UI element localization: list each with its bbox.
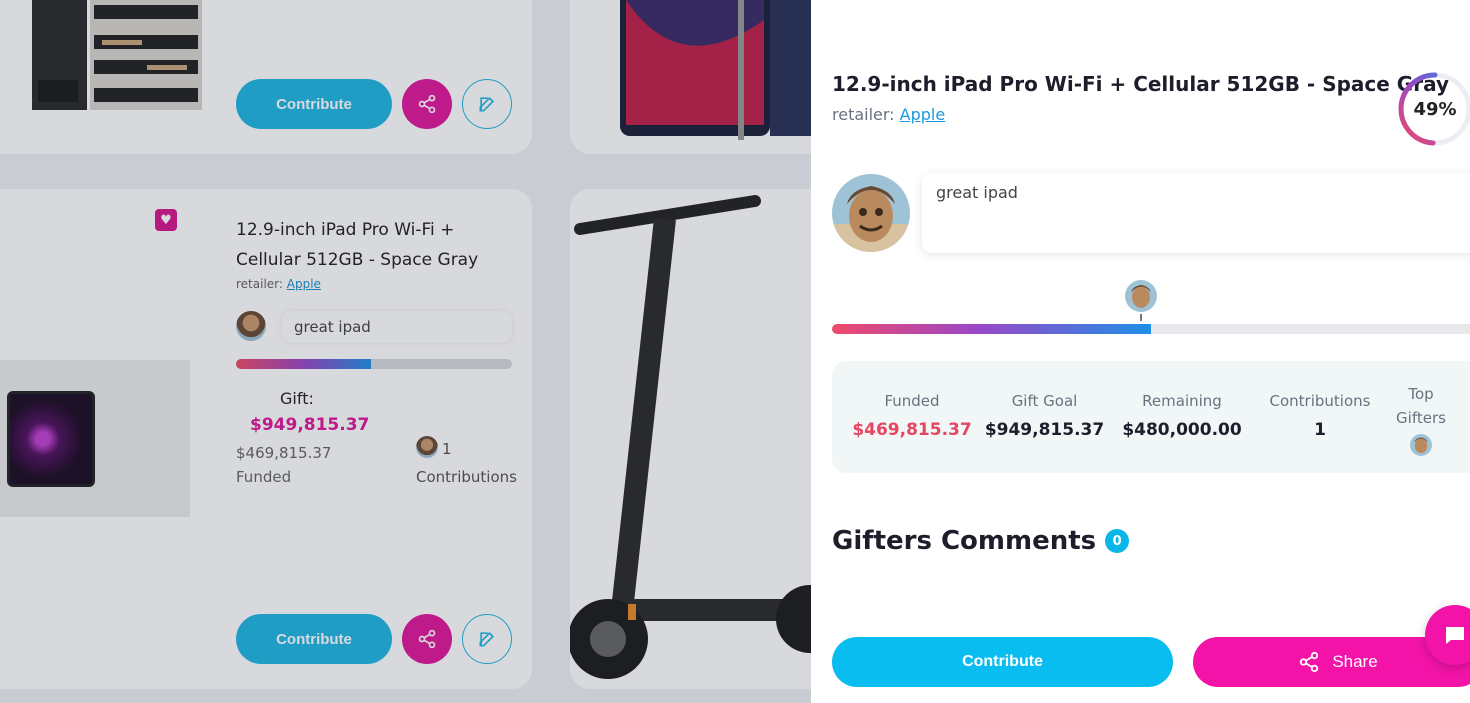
stat-remaining: Remaining $480,000.00 xyxy=(1114,392,1250,440)
stat-contributions: Contributions 1 xyxy=(1260,392,1380,440)
stat-label: Top xyxy=(1408,385,1434,403)
stat-label: Funded xyxy=(884,392,940,410)
share-label: Share xyxy=(1332,652,1378,671)
progress-bar xyxy=(832,324,1470,334)
stat-goal: Gift Goal $949,815.37 xyxy=(982,392,1107,440)
chat-icon xyxy=(1446,627,1464,644)
progress-marker-avatar xyxy=(1125,280,1157,312)
stat-value: $469,815.37 xyxy=(852,420,972,440)
avatar xyxy=(832,174,910,252)
progress-percent: 49% xyxy=(1413,98,1457,120)
product-title: 12.9-inch iPad Pro Wi-Fi + Cellular 512G… xyxy=(832,72,1449,96)
message-bubble: great ipad xyxy=(922,173,1470,253)
retailer-prefix: retailer: xyxy=(832,105,895,124)
stat-label: Remaining xyxy=(1142,392,1222,410)
retailer-link[interactable]: Apple xyxy=(900,105,946,124)
comments-heading: Gifters Comments 0 xyxy=(832,526,1130,556)
stat-label: Gifters xyxy=(1396,409,1446,427)
stats-panel: Funded $469,815.37 Gift Goal $949,815.37… xyxy=(832,361,1470,473)
stat-label: Gift Goal xyxy=(1011,392,1078,410)
stat-label: Contributions xyxy=(1269,392,1371,410)
comments-count-badge: 0 xyxy=(1105,529,1130,553)
stat-value: $480,000.00 xyxy=(1122,420,1242,440)
gift-detail-drawer: 12.9-inch iPad Pro Wi-Fi + Cellular 512G… xyxy=(811,0,1470,703)
stat-value: 1 xyxy=(1314,420,1326,440)
progress-marker-tick xyxy=(1140,314,1142,321)
contribute-button[interactable]: Contribute xyxy=(832,637,1173,687)
share-icon xyxy=(1300,651,1319,673)
stat-funded: Funded $469,815.37 xyxy=(852,392,972,440)
stat-top-gifters: Top Gifters xyxy=(1389,382,1453,456)
stat-value: $949,815.37 xyxy=(984,420,1105,440)
modal-overlay[interactable] xyxy=(0,0,811,703)
progress-fill xyxy=(832,324,1151,334)
comments-heading-text: Gifters Comments xyxy=(832,526,1097,556)
top-gifter-avatar[interactable] xyxy=(1410,434,1432,456)
retailer: retailer: Apple xyxy=(832,105,945,124)
